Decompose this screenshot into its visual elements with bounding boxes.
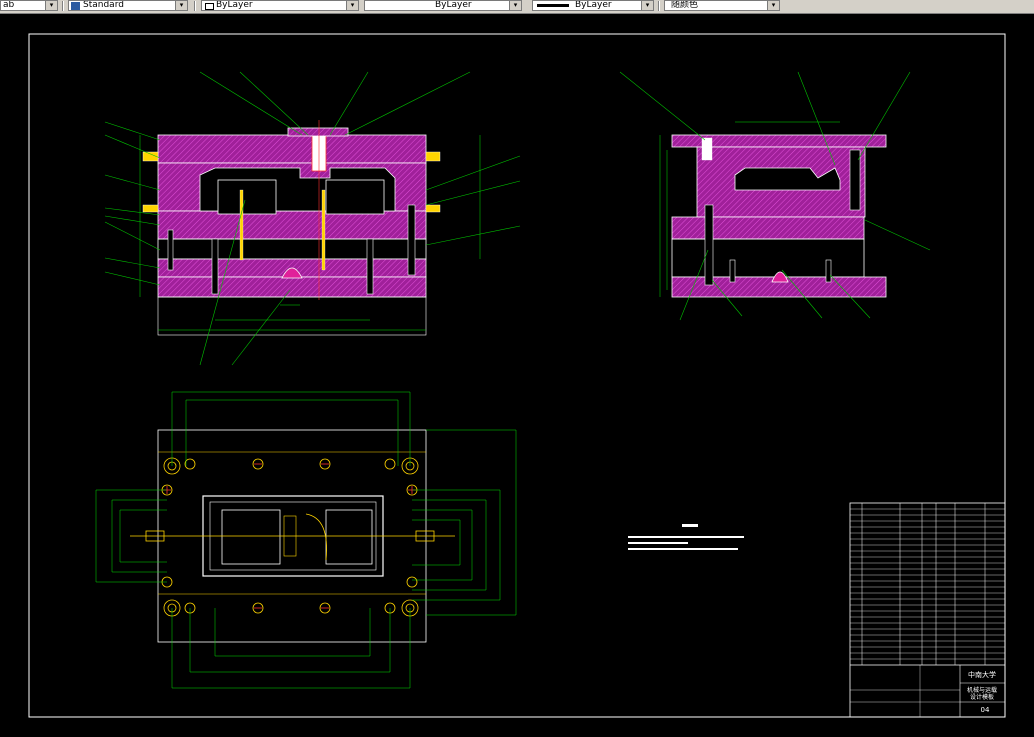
lineweight-combo[interactable]: ByLayer ▾ [532, 0, 654, 11]
text-style-value: ab [3, 0, 15, 10]
lineweight-value: ByLayer [575, 0, 612, 10]
school-name: 中南大学 [968, 670, 996, 679]
drawing-canvas[interactable]: 中南大学 机械与运载 设计模板 04 [0, 14, 1034, 737]
chevron-down-icon[interactable]: ▾ [641, 1, 653, 10]
linetype-combo[interactable]: ByLayer ▾ [364, 0, 522, 11]
toolbar-separator [62, 1, 64, 11]
sheet-number: 04 [981, 706, 990, 714]
technical-notes [628, 524, 744, 550]
layer-value: ByLayer [216, 0, 253, 10]
chevron-down-icon[interactable]: ▾ [175, 1, 187, 10]
plan-view [95, 391, 517, 689]
front-section-view [104, 71, 521, 366]
color-swatch-icon [205, 3, 214, 10]
plot-style-combo[interactable]: 随颜色 ▾ [664, 0, 780, 11]
properties-toolbar: ab ▾ Standard ▾ ByLayer ▾ ByLayer ▾ ByLa… [0, 0, 1034, 14]
chevron-down-icon[interactable]: ▾ [45, 1, 57, 10]
dimension-style-value: Standard [83, 0, 124, 10]
chevron-down-icon[interactable]: ▾ [509, 1, 521, 10]
title-block: 中南大学 机械与运载 设计模板 04 [849, 502, 1006, 718]
chevron-down-icon[interactable]: ▾ [346, 1, 358, 10]
dimension-style-icon [71, 2, 80, 10]
lineweight-swatch-icon [537, 4, 569, 7]
text-style-combo[interactable]: ab ▾ [0, 0, 58, 11]
linetype-value: ByLayer [435, 0, 472, 10]
side-section-view [619, 71, 931, 321]
dimension-style-combo[interactable]: Standard ▾ [68, 0, 188, 11]
plot-style-value: 随颜色 [671, 0, 699, 10]
toolbar-separator [194, 1, 196, 11]
chevron-down-icon[interactable]: ▾ [767, 1, 779, 10]
drawing-title-line2: 设计模板 [970, 693, 994, 701]
drawing-title-line1: 机械与运载 [967, 686, 997, 694]
toolbar-separator [658, 1, 660, 11]
cad-application: ab ▾ Standard ▾ ByLayer ▾ ByLayer ▾ ByLa… [0, 0, 1034, 737]
layer-combo[interactable]: ByLayer ▾ [201, 0, 359, 11]
